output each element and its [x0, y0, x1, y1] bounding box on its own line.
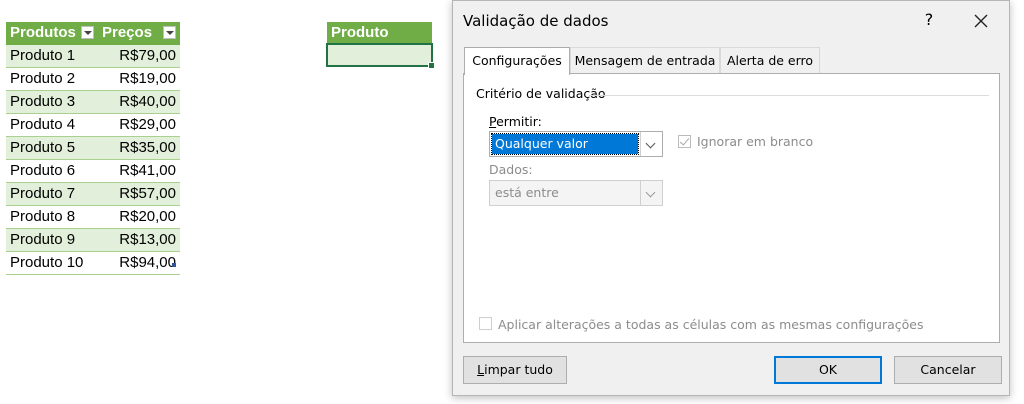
- price-cell[interactable]: R$57,00: [98, 183, 180, 206]
- permitir-label-rest: ermitir:: [496, 114, 542, 129]
- permitir-value: Qualquer valor: [491, 133, 639, 155]
- price-cell[interactable]: R$79,00: [98, 45, 180, 68]
- header-produtos-label: Produtos: [10, 24, 76, 41]
- table-row: Produto 10 R$94,00: [6, 252, 180, 275]
- price-cell[interactable]: R$40,00: [98, 91, 180, 114]
- chevron-down-icon[interactable]: [640, 132, 662, 156]
- table-row: Produto 2 R$19,00: [6, 68, 180, 91]
- table-body: Produto 1 R$79,00 Produto 2 R$19,00 Produto …: [6, 45, 180, 275]
- price-cell[interactable]: R$20,00: [98, 206, 180, 229]
- table-row: Produto 4 R$29,00: [6, 114, 180, 137]
- close-icon[interactable]: [969, 9, 993, 33]
- dados-label: Dados:: [489, 162, 533, 177]
- table-row: Produto 1 R$79,00: [6, 45, 180, 68]
- settings-panel: Critério de validação Permitir: Qualquer…: [463, 73, 1000, 343]
- table-resize-handle[interactable]: [172, 263, 176, 267]
- product-name-cell[interactable]: Produto 8: [6, 206, 98, 229]
- header-precos[interactable]: Preços: [98, 22, 180, 45]
- clear-all-button[interactable]: Limpar tudo: [463, 356, 567, 384]
- ignorar-em-branco-checkbox[interactable]: [678, 135, 691, 148]
- dados-select[interactable]: está entre: [489, 180, 663, 206]
- apply-all-checkbox[interactable]: [479, 317, 492, 330]
- price-cell[interactable]: R$35,00: [98, 137, 180, 160]
- table-row: Produto 7 R$57,00: [6, 183, 180, 206]
- validation-criteria-label: Critério de validação: [476, 86, 610, 101]
- product-name-cell[interactable]: Produto 3: [6, 91, 98, 114]
- filter-dropdown-icon[interactable]: [163, 26, 176, 39]
- apply-all-label: Aplicar alterações a todas as células co…: [498, 317, 924, 332]
- table-row: Produto 8 R$20,00: [6, 206, 180, 229]
- price-cell[interactable]: R$41,00: [98, 160, 180, 183]
- selected-cell[interactable]: [326, 43, 435, 69]
- produto-header-cell[interactable]: Produto: [327, 22, 432, 43]
- dialog-title: Validação de dados: [463, 12, 609, 30]
- header-precos-label: Preços: [102, 24, 153, 41]
- cancel-button[interactable]: Cancelar: [894, 356, 1002, 384]
- permitir-label: Permitir:: [489, 114, 542, 129]
- product-name-cell[interactable]: Produto 10: [6, 252, 98, 275]
- header-produtos[interactable]: Produtos: [6, 22, 98, 45]
- permitir-select[interactable]: Qualquer valor: [489, 131, 663, 157]
- product-name-cell[interactable]: Produto 5: [6, 137, 98, 160]
- tab-configuracoes[interactable]: Configurações: [464, 47, 570, 75]
- table-row: Produto 6 R$41,00: [6, 160, 180, 183]
- group-divider: [589, 95, 989, 96]
- price-cell[interactable]: R$29,00: [98, 114, 180, 137]
- tab-alerta-de-erro[interactable]: Alerta de erro: [720, 47, 820, 73]
- price-cell[interactable]: R$13,00: [98, 229, 180, 252]
- table-header-row: Produtos Preços: [6, 22, 180, 45]
- clear-all-label-rest: impar tudo: [484, 362, 553, 377]
- data-validation-dialog: Validação de dados ? Configurações Mensa…: [452, 0, 1010, 396]
- product-name-cell[interactable]: Produto 6: [6, 160, 98, 183]
- product-name-cell[interactable]: Produto 9: [6, 229, 98, 252]
- table-row: Produto 5 R$35,00: [6, 137, 180, 160]
- product-name-cell[interactable]: Produto 7: [6, 183, 98, 206]
- help-button[interactable]: ?: [919, 10, 939, 29]
- product-name-cell[interactable]: Produto 4: [6, 114, 98, 137]
- dados-value: está entre: [495, 185, 559, 200]
- filter-dropdown-icon[interactable]: [81, 26, 94, 39]
- ignorar-em-branco-label: Ignorar em branco: [697, 134, 814, 149]
- price-cell[interactable]: R$19,00: [98, 68, 180, 91]
- table-row: Produto 9 R$13,00: [6, 229, 180, 252]
- product-name-cell[interactable]: Produto 2: [6, 68, 98, 91]
- chevron-down-icon[interactable]: [640, 181, 662, 205]
- tab-mensagem-de-entrada[interactable]: Mensagem de entrada: [570, 47, 720, 73]
- products-table: Produtos Preços Produto 1 R$79,00 Produto …: [6, 22, 180, 275]
- price-cell[interactable]: R$94,00: [98, 252, 180, 275]
- table-row: Produto 3 R$40,00: [6, 91, 180, 114]
- ok-button[interactable]: OK: [774, 356, 882, 384]
- product-name-cell[interactable]: Produto 1: [6, 45, 98, 68]
